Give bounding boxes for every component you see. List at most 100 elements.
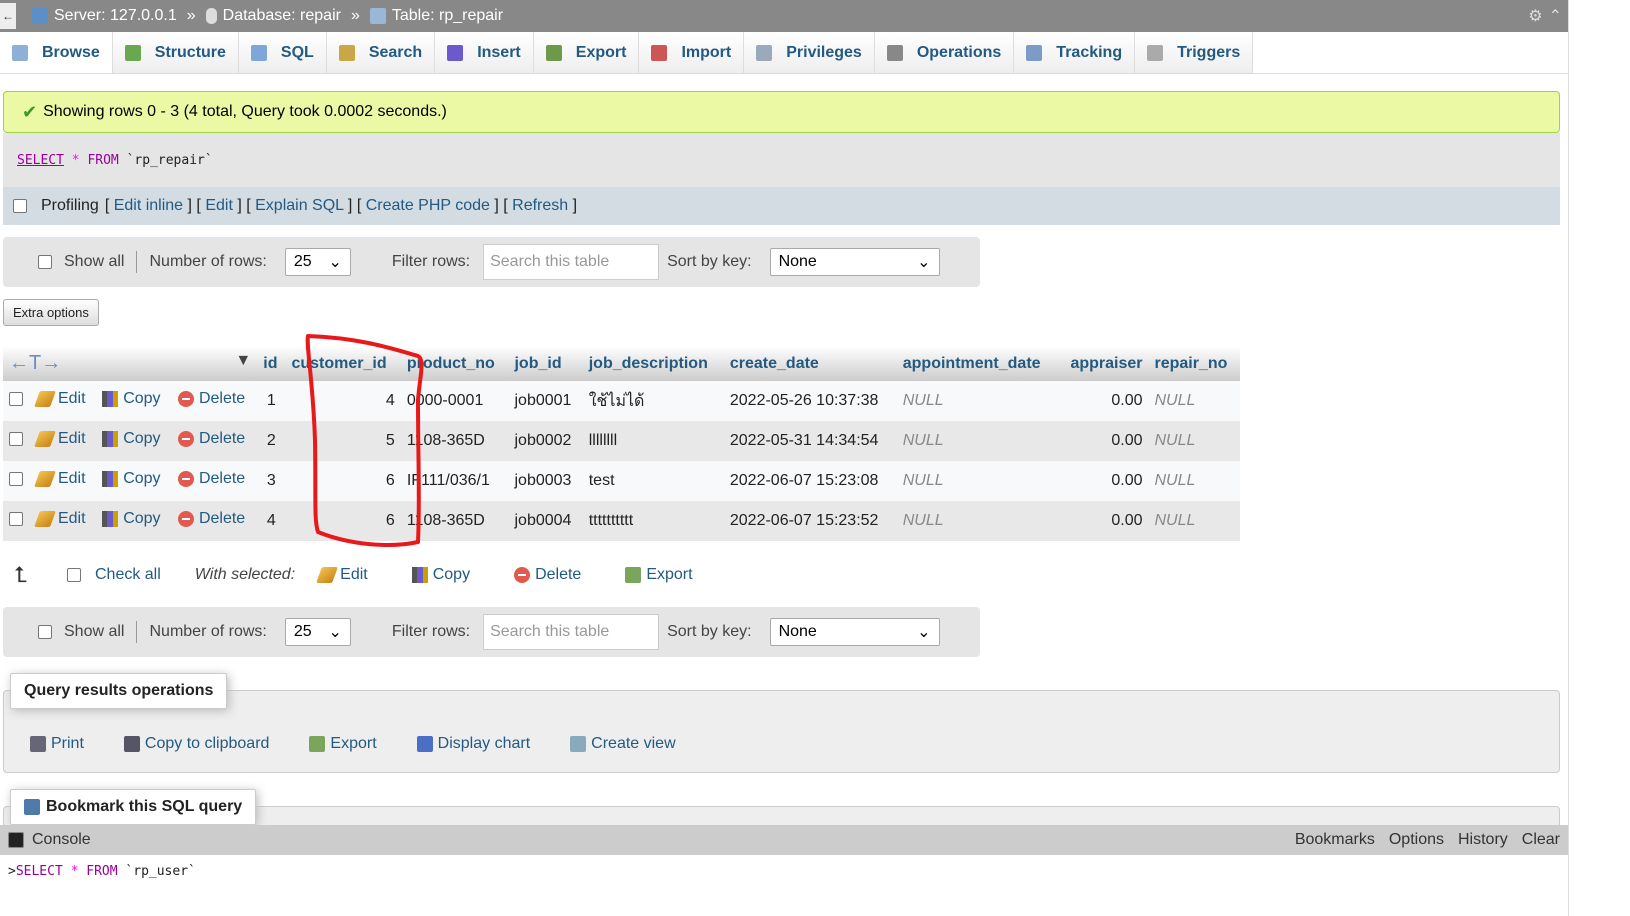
row-edit-button[interactable]: Edit (34, 390, 86, 408)
cell-job_description[interactable]: test (582, 461, 724, 501)
cell-job_id[interactable]: job0001 (508, 381, 583, 421)
column-header-appraiser[interactable]: appraiser (1058, 346, 1149, 381)
query-op-copy-to-clipboard[interactable]: Copy to clipboard (123, 735, 269, 753)
extra-options-button[interactable]: Extra options (3, 299, 99, 326)
column-header-customer_id[interactable]: customer_id (285, 346, 401, 381)
cell-repair_no[interactable]: NULL (1148, 461, 1240, 501)
cell-appointment_date[interactable]: NULL (896, 501, 1059, 541)
column-header-repair_no[interactable]: repair_no (1148, 346, 1240, 381)
console-bar[interactable]: Console Bookmarks Options History Clear (0, 825, 1568, 855)
show-all-checkbox[interactable] (38, 625, 52, 639)
sort-triangle-icon[interactable]: ▼ (235, 352, 251, 370)
cell-job_id[interactable]: job0002 (508, 421, 583, 461)
tab-search[interactable]: Search (326, 32, 436, 73)
column-header-job_id[interactable]: job_id (508, 346, 583, 381)
query-op-export[interactable]: Export (309, 735, 377, 753)
cell-repair_no[interactable]: NULL (1148, 381, 1240, 421)
query-link-3[interactable]: Create PHP code (366, 197, 490, 214)
cell-create_date[interactable]: 2022-06-07 15:23:08 (723, 461, 897, 501)
filter-input[interactable]: Search this table (483, 244, 660, 280)
cell-appraiser[interactable]: 0.00 (1058, 461, 1149, 501)
row-delete-button[interactable]: Delete (177, 430, 245, 448)
check-all-label[interactable]: Check all (95, 566, 161, 584)
sql-keyword-select[interactable]: SELECT (17, 153, 64, 168)
tab-privileges[interactable]: Privileges (744, 32, 875, 73)
back-arrow-icon[interactable]: ← (0, 3, 16, 29)
cell-appraiser[interactable]: 0.00 (1058, 421, 1149, 461)
tab-browse[interactable]: Browse (0, 32, 113, 73)
cell-appointment_date[interactable]: NULL (896, 381, 1059, 421)
bookmark-query-button[interactable]: Bookmark this SQL query (10, 789, 257, 825)
cell-product_no[interactable]: 1108-365D (400, 501, 509, 541)
cell-appointment_date[interactable]: NULL (896, 461, 1059, 501)
sort-select[interactable]: None ⌄ (769, 618, 940, 646)
collapse-icon[interactable]: ⌃ (1549, 6, 1562, 26)
row-checkbox[interactable] (9, 391, 23, 406)
cell-create_date[interactable]: 2022-05-26 10:37:38 (723, 381, 897, 421)
query-op-create-view[interactable]: Create view (570, 735, 676, 753)
bulk-delete-button[interactable]: Delete (514, 566, 581, 584)
cell-create_date[interactable]: 2022-06-07 15:23:52 (723, 501, 897, 541)
row-edit-button[interactable]: Edit (34, 470, 86, 488)
row-delete-button[interactable]: Delete (177, 470, 245, 488)
tab-sql[interactable]: SQL (238, 32, 327, 73)
filter-input[interactable]: Search this table (483, 614, 660, 650)
column-header-id[interactable]: id (257, 346, 286, 381)
query-link-4[interactable]: Refresh (512, 197, 568, 214)
query-link-2[interactable]: Explain SQL (255, 197, 343, 214)
scrollbar[interactable] (1568, 0, 1630, 916)
gear-icon[interactable]: ⚙ (1528, 6, 1542, 26)
cell-job_description[interactable]: tttttttttt (582, 501, 724, 541)
row-copy-button[interactable]: Copy (102, 390, 161, 408)
cell-job_description[interactable]: ใช้ไม่ได้ (582, 381, 724, 421)
cell-id[interactable]: 3 (257, 461, 286, 501)
bulk-export-button[interactable]: Export (625, 566, 693, 584)
cell-repair_no[interactable]: NULL (1148, 421, 1240, 461)
breadcrumb-database[interactable]: Database: repair (205, 7, 341, 25)
bulk-copy-button[interactable]: Copy (411, 566, 470, 584)
query-link-1[interactable]: Edit (205, 197, 233, 214)
rows-select[interactable]: 25 ⌄ (284, 618, 351, 646)
cell-job_id[interactable]: job0003 (508, 461, 583, 501)
row-edit-button[interactable]: Edit (34, 510, 86, 528)
cell-product_no[interactable]: 1108-365D (400, 421, 509, 461)
bulk-edit-button[interactable]: Edit (316, 566, 368, 584)
tab-structure[interactable]: Structure (112, 32, 239, 73)
cell-repair_no[interactable]: NULL (1148, 501, 1240, 541)
console-link-options[interactable]: Options (1389, 831, 1444, 849)
cell-customer_id[interactable]: 6 (285, 501, 401, 541)
column-header-create_date[interactable]: create_date (723, 346, 897, 381)
profiling-checkbox[interactable] (13, 199, 27, 213)
column-header-product_no[interactable]: product_no (400, 346, 509, 381)
column-resize-arrows[interactable]: ←T→ ▼ (3, 346, 258, 381)
cell-product_no[interactable]: 0000-0001 (400, 381, 509, 421)
cell-job_id[interactable]: job0004 (508, 501, 583, 541)
rows-select[interactable]: 25 ⌄ (284, 248, 351, 276)
row-delete-button[interactable]: Delete (177, 510, 245, 528)
breadcrumb-table[interactable]: Table: rp_repair (369, 7, 503, 25)
cell-job_description[interactable]: llllllll (582, 421, 724, 461)
column-header-job_description[interactable]: job_description (582, 346, 724, 381)
cell-appraiser[interactable]: 0.00 (1058, 501, 1149, 541)
cell-customer_id[interactable]: 5 (285, 421, 401, 461)
query-link-0[interactable]: Edit inline (114, 197, 183, 214)
row-copy-button[interactable]: Copy (102, 510, 161, 528)
row-checkbox[interactable] (9, 431, 23, 446)
tab-export[interactable]: Export (533, 32, 640, 73)
show-all-checkbox[interactable] (38, 255, 52, 269)
cell-appraiser[interactable]: 0.00 (1058, 381, 1149, 421)
tab-triggers[interactable]: Triggers (1135, 32, 1254, 73)
row-delete-button[interactable]: Delete (177, 390, 245, 408)
row-checkbox[interactable] (9, 471, 23, 486)
cell-appointment_date[interactable]: NULL (896, 421, 1059, 461)
tab-import[interactable]: Import (639, 32, 745, 73)
row-edit-button[interactable]: Edit (34, 430, 86, 448)
cell-customer_id[interactable]: 4 (285, 381, 401, 421)
cell-product_no[interactable]: IF111/036/1 (400, 461, 509, 501)
query-op-display-chart[interactable]: Display chart (416, 735, 530, 753)
cell-id[interactable]: 2 (257, 421, 286, 461)
cell-create_date[interactable]: 2022-05-31 14:34:54 (723, 421, 897, 461)
sort-select[interactable]: None ⌄ (769, 248, 940, 276)
console-link-clear[interactable]: Clear (1522, 831, 1560, 849)
tab-operations[interactable]: Operations (874, 32, 1015, 73)
